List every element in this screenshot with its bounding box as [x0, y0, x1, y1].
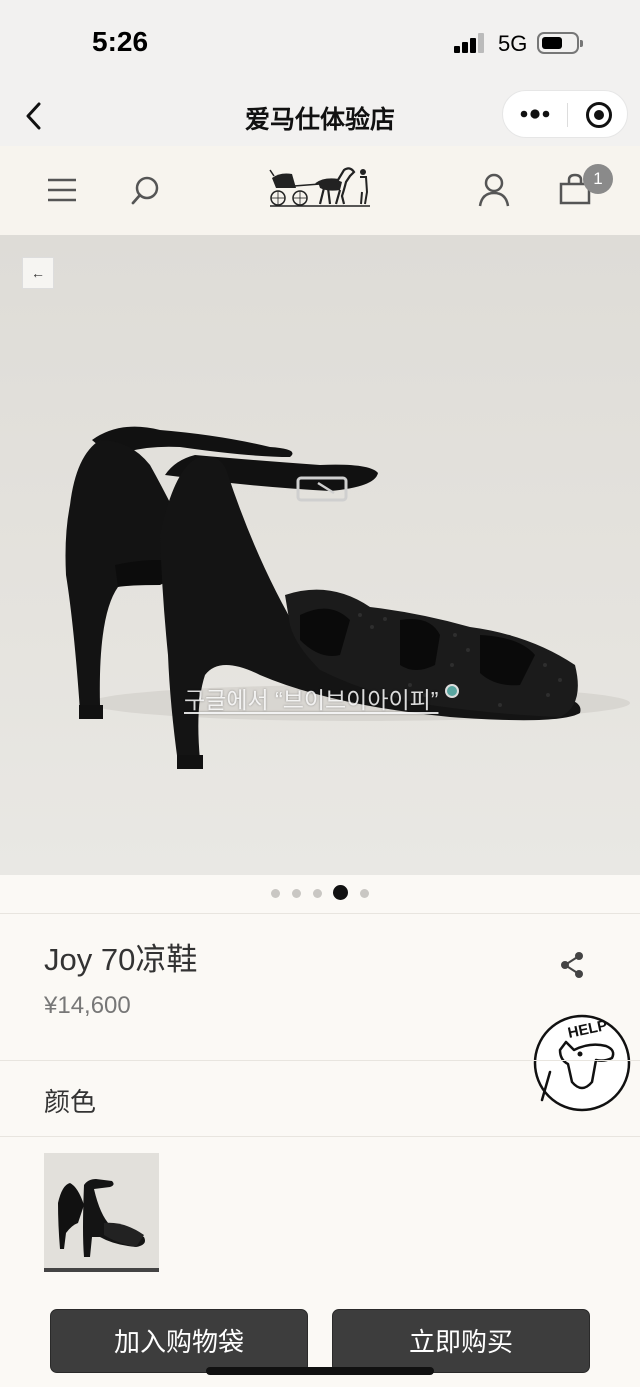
cart-count-badge: 1 [583, 164, 613, 194]
account-icon[interactable] [478, 172, 510, 208]
more-dots-icon[interactable] [519, 103, 551, 125]
status-time: 5:26 [92, 26, 149, 57]
site-header [0, 146, 640, 235]
divider [0, 1060, 640, 1061]
status-bar: 5:26 5G [0, 0, 640, 88]
pager-dot-active[interactable] [333, 885, 348, 900]
add-to-bag-button[interactable]: 加入购物袋 [50, 1309, 308, 1373]
pager-dot[interactable] [271, 889, 280, 898]
share-icon[interactable] [558, 950, 586, 980]
close-target-icon[interactable] [585, 101, 613, 129]
overlay-dot-icon [445, 684, 459, 698]
pager-dot[interactable] [360, 889, 369, 898]
battery-icon [537, 32, 583, 54]
carousel-pager [0, 875, 640, 913]
home-indicator [206, 1367, 434, 1375]
buy-now-button[interactable]: 立即购买 [332, 1309, 590, 1373]
translation-overlay-text: 구글에서 “브이브이아이피” [184, 687, 439, 713]
gallery-back-button[interactable]: ← [22, 257, 54, 289]
sandal-product-image [65, 426, 630, 769]
color-section-label: 颜色 [44, 1087, 97, 1117]
product-image-carousel[interactable]: ← 구글에서 “브이브이아이피” [0, 235, 640, 875]
menu-icon[interactable] [46, 176, 78, 204]
color-swatch-thumbnail[interactable] [44, 1153, 159, 1268]
help-badge[interactable]: HELP [532, 1012, 632, 1114]
network-type: 5G [498, 31, 528, 56]
sandal-thumbnail-image [58, 1179, 145, 1257]
product-name: Joy 70凉鞋 [44, 942, 198, 977]
capsule-menu [502, 90, 628, 138]
hermes-carriage-logo[interactable] [266, 162, 374, 210]
pager-dot[interactable] [313, 889, 322, 898]
mini-program-nav: 爱马仕体验店 [0, 88, 640, 146]
signal-bars-icon [454, 33, 486, 53]
divider [0, 1136, 640, 1137]
pager-dot[interactable] [292, 889, 301, 898]
divider [0, 913, 640, 914]
selected-swatch-indicator [44, 1268, 159, 1272]
search-icon[interactable] [130, 174, 162, 206]
product-price: ¥14,600 [44, 992, 131, 1019]
